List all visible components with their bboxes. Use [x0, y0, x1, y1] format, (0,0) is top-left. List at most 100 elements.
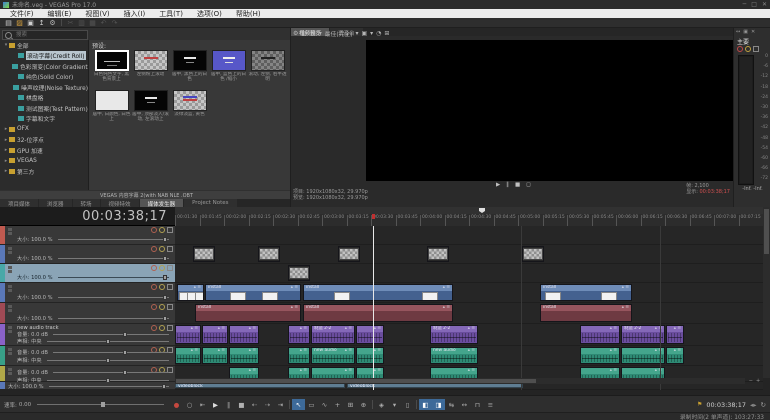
event-fx-icons[interactable]: ▴ ≡ [610, 348, 617, 354]
event-fx-icons[interactable]: ▴ ≡ [191, 348, 198, 354]
grid-icon[interactable]: ⊞ [384, 30, 389, 37]
audio-event[interactable]: ▴ ≡ [580, 325, 620, 344]
open-icon[interactable]: ▨ [14, 19, 25, 27]
menu-item[interactable]: 插入(I) [117, 9, 153, 19]
preset-thumbnail[interactable] [173, 50, 207, 71]
go-to-start-icon[interactable]: ⇤ [196, 399, 209, 410]
event-fx-icons[interactable]: ▴ ≡ [374, 348, 381, 354]
slider-handle[interactable] [163, 316, 167, 321]
more-icon[interactable]: ≡ [484, 399, 497, 410]
vertical-scrollbar[interactable] [763, 207, 770, 378]
ignore-grouping-icon[interactable]: ⊓ [471, 399, 484, 410]
event-fx-icons[interactable]: ▴ ≡ [674, 326, 681, 332]
playhead-marker[interactable] [479, 208, 485, 213]
horizontal-scrollbar[interactable] [175, 378, 745, 384]
pause-icon[interactable]: ∥ [222, 399, 235, 410]
event-fx-icons[interactable]: ▴ ≡ [191, 326, 198, 332]
flag-icon[interactable]: ⚑ [697, 401, 702, 408]
audio-event[interactable]: ▴ ≡ [202, 325, 228, 344]
preset-thumbnail[interactable] [173, 90, 207, 111]
region-icon[interactable]: ▯ [401, 399, 414, 410]
timecode-arrow-icon[interactable]: ▸ [753, 401, 756, 409]
preset-thumbnail[interactable] [134, 50, 168, 71]
play-icon[interactable]: ▶ [209, 399, 222, 410]
mute-solo-buttons[interactable] [151, 304, 173, 310]
tree-item[interactable]: 棋盘格 [0, 93, 88, 104]
menu-item[interactable]: 选项(O) [190, 9, 229, 19]
new-project-icon[interactable]: ▤ [3, 19, 14, 27]
track-header[interactable]: 音量:0.0 dB声相:中央 [0, 366, 175, 382]
slider-handle[interactable] [106, 339, 110, 344]
preset-item[interactable]: 白色纯色文字, 黑色背景上 [92, 50, 131, 88]
event-fx-icons[interactable]: ▴ ≡ [249, 348, 256, 354]
master-dock-icon[interactable]: ▣ [743, 29, 748, 35]
copy-icon[interactable]: ▥ [76, 19, 87, 27]
event-fx-icons[interactable]: ▴ ≡ [300, 326, 307, 332]
slider-handle[interactable] [163, 275, 167, 280]
track-header[interactable]: 音量:0.0 dB声相:中央 [0, 346, 175, 366]
event-fx-icons[interactable]: ▴ ≡ [468, 326, 475, 332]
audio-event[interactable]: ▴ ≡ [229, 325, 259, 344]
event-fx-icons[interactable]: ▴ ≡ [622, 285, 629, 291]
auto-crossfade-icon[interactable]: ◨ [432, 399, 445, 410]
audio-event[interactable]: 制造 2-2▴ ≡ [621, 325, 665, 344]
track-slider[interactable] [47, 341, 169, 342]
preset-thumbnail[interactable] [212, 50, 246, 71]
event-fx-icons[interactable]: ▴ ≡ [291, 305, 298, 311]
preset-item[interactable]: 左侧粉上滚动 [131, 50, 170, 88]
marker-dropdown-icon[interactable]: ▾ [388, 399, 401, 410]
event-fx-icons[interactable]: ▴ ≡ [374, 326, 381, 332]
envelope-tool-icon[interactable]: ∿ [318, 399, 331, 410]
preset-item[interactable]: 居中, 顶部淡入/滚动, 左滚动上 [131, 90, 170, 128]
slider-handle[interactable] [106, 358, 110, 363]
video-event[interactable]: install▴ ≡ [195, 304, 301, 322]
event-fx-icons[interactable]: ▴ ≡ [218, 348, 225, 354]
stop-icon[interactable]: ■ [235, 399, 248, 410]
track-header[interactable]: new audio track音量:0.0 dB声相:中央 [0, 324, 175, 346]
timecode-arrows[interactable]: ◂▸ [750, 401, 757, 409]
preset-thumbnail[interactable] [251, 50, 285, 71]
track-header[interactable]: 大小:100.0 % [0, 283, 175, 303]
menu-item[interactable]: 文件(F) [3, 9, 41, 19]
window-button[interactable]: ─ [743, 1, 747, 8]
event-fx-icons[interactable]: ▴ ≡ [468, 368, 475, 374]
tree-item[interactable]: 纯色(Solid Color) [0, 72, 88, 83]
normal-edit-tool-icon[interactable]: ↖ [292, 399, 305, 410]
audio-event[interactable]: ▴ ≡ [229, 347, 259, 364]
slider-handle[interactable] [163, 237, 167, 242]
track-slider[interactable] [58, 318, 169, 319]
slider-handle[interactable] [123, 350, 127, 355]
search-input[interactable] [14, 31, 87, 39]
redo-icon[interactable]: ↷ [109, 19, 120, 27]
event-fx-icons[interactable]: ▴ ≡ [674, 348, 681, 354]
track-slider[interactable] [53, 352, 169, 353]
zoom-in-tool-icon[interactable]: + [331, 399, 344, 410]
audio-event[interactable]: ▴ ≡ [202, 347, 228, 364]
mute-solo-buttons[interactable] [151, 246, 173, 252]
mute-solo-buttons[interactable] [151, 227, 173, 233]
dropdown-caret-icon[interactable]: ▾ [355, 30, 358, 37]
preset-thumbnail[interactable] [95, 90, 129, 111]
fx-icon[interactable] [753, 46, 759, 52]
event-fx-icons[interactable]: ▴ ≡ [622, 305, 629, 311]
tree-item[interactable]: 字幕和文字 [0, 114, 88, 125]
audio-event[interactable]: ▴ ≡ [175, 325, 201, 344]
event-fx-icons[interactable]: ▴ ≡ [443, 285, 450, 291]
track-header[interactable]: 大小:100.0 % [0, 382, 175, 390]
auto-ripple-icon[interactable]: ⇆ [445, 399, 458, 410]
properties-icon[interactable]: ⚙ [47, 19, 58, 27]
preview-transport-icon[interactable]: ▶ [496, 182, 500, 188]
selection-tool-icon[interactable]: ▭ [305, 399, 318, 410]
audio-event[interactable]: ▴ ≡ [580, 347, 620, 364]
bottom-timecode[interactable]: 00:03:38;17 [706, 401, 746, 409]
event-fx-icons[interactable]: ▴ ≡ [218, 326, 225, 332]
slider-handle[interactable] [163, 295, 167, 300]
track-slider[interactable] [49, 386, 169, 387]
video-event[interactable]: install▴ ≡ [540, 304, 632, 322]
track-buttons[interactable] [5, 264, 14, 282]
menu-item[interactable]: 视图(V) [78, 9, 116, 19]
mute-solo-buttons[interactable] [151, 265, 173, 271]
loop-playback-icon[interactable]: ○ [183, 399, 196, 410]
dropdown-caret-icon[interactable]: ▾ [319, 30, 322, 37]
go-to-end-icon[interactable]: ⇥ [274, 399, 287, 410]
